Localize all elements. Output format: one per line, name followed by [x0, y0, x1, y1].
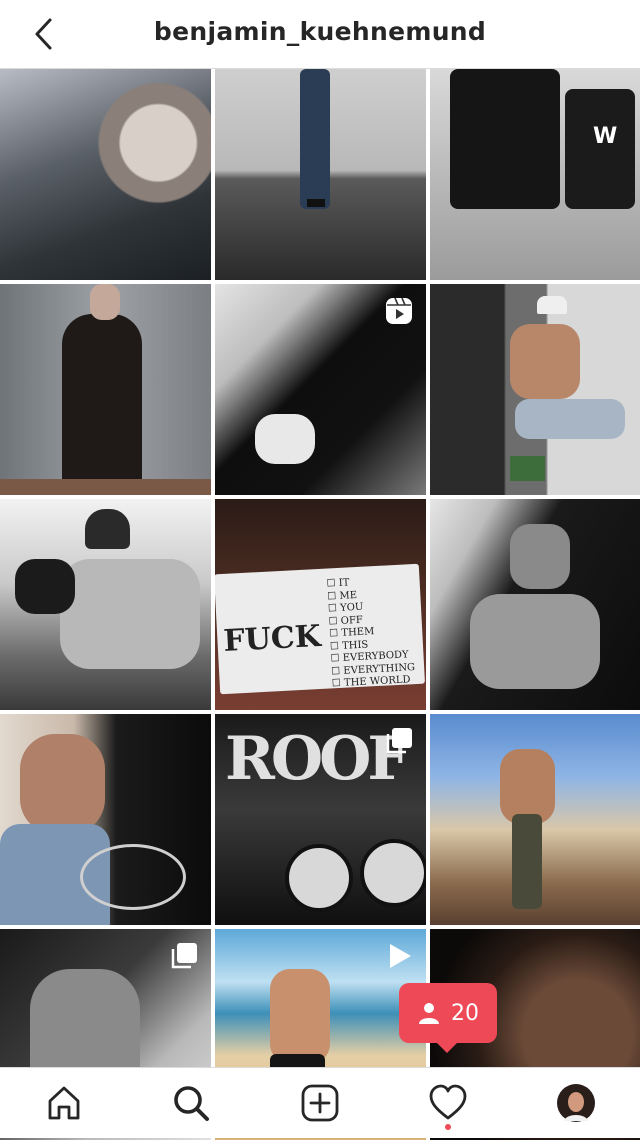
profile-avatar	[557, 1084, 595, 1122]
card-checklist: IT ME YOU OFF THEM THIS EVERYBODY EVERYT…	[326, 574, 416, 691]
post-2[interactable]	[215, 69, 426, 280]
follower-notification[interactable]: 20	[399, 983, 497, 1053]
post-1[interactable]	[0, 69, 211, 280]
new-post-icon	[301, 1084, 339, 1122]
card-headline: FUCK	[222, 618, 322, 660]
home-icon	[48, 1086, 80, 1120]
post-10[interactable]	[0, 714, 211, 925]
reels-icon	[384, 296, 414, 326]
post-3[interactable]: W	[430, 69, 640, 280]
nav-activity[interactable]	[423, 1078, 473, 1128]
bottom-nav	[0, 1067, 640, 1138]
post-7[interactable]	[0, 499, 211, 710]
post-8[interactable]: FUCK IT ME YOU OFF THEM THIS EVERYBODY E…	[215, 499, 426, 710]
video-icon	[384, 941, 414, 971]
post-4[interactable]	[0, 284, 211, 495]
quote-card: FUCK IT ME YOU OFF THEM THIS EVERYBODY E…	[215, 563, 425, 695]
post-5[interactable]	[215, 284, 426, 495]
nav-home[interactable]	[39, 1078, 89, 1128]
activity-dot	[445, 1124, 451, 1130]
carousel-icon	[384, 726, 414, 756]
carousel-icon	[169, 941, 199, 971]
nav-profile[interactable]	[551, 1078, 601, 1128]
notification-count: 20	[451, 1000, 479, 1026]
post-6[interactable]	[430, 284, 640, 495]
search-icon	[174, 1086, 209, 1121]
nav-search[interactable]	[166, 1078, 216, 1128]
page-title: benjamin_kuehnemund	[153, 17, 487, 46]
top-header: benjamin_kuehnemund	[0, 0, 640, 69]
post-12[interactable]	[430, 714, 640, 925]
post-9[interactable]	[430, 499, 640, 710]
nav-new-post[interactable]	[295, 1078, 345, 1128]
post-11[interactable]: ROOF	[215, 714, 426, 925]
person-icon	[419, 1003, 439, 1024]
activity-heart-icon	[429, 1084, 467, 1120]
